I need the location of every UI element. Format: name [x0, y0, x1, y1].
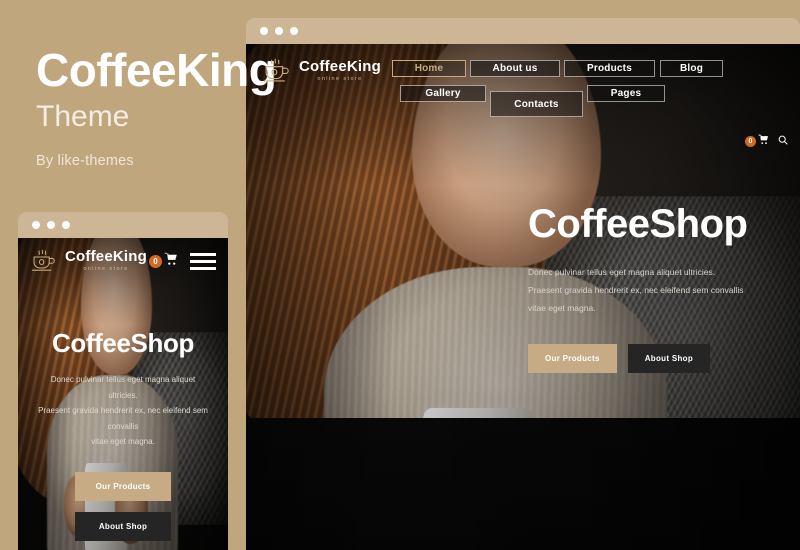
mobile-shopping-cart-icon [164, 252, 178, 271]
hero-description-line-3: vitae eget magna. [528, 302, 596, 313]
site-header: CoffeeKing online store Home About us Pr… [246, 44, 800, 117]
site-logo[interactable]: CoffeeKing online store [262, 58, 381, 84]
mobile-our-products-button[interactable]: Our Products [75, 471, 171, 501]
nav-item-pages[interactable]: Pages [587, 85, 665, 102]
mobile-hero-description: Donec pulvinar tellus eget magna aliquet… [24, 372, 222, 450]
mobile-hero-description-line-1: Donec pulvinar tellus eget magna aliquet [50, 375, 196, 384]
mobile-header-tools: 0 [149, 252, 216, 271]
mobile-cart-count-badge: 0 [149, 254, 162, 268]
hero-description-line-1: Donec pulvinar tellus eget magna aliquet… [528, 267, 716, 277]
desktop-browser-chrome [246, 18, 800, 44]
mobile-hero-buttons: Our Products About Shop [24, 471, 222, 541]
header-tools: 0 [745, 132, 788, 150]
mobile-hero-title: CoffeeShop [52, 328, 194, 358]
our-products-button[interactable]: Our Products [528, 343, 617, 373]
hero-description: Donec pulvinar tellus eget magna aliquet… [528, 264, 782, 318]
mobile-hero-description-line-4: convallis [107, 421, 139, 431]
mobile-site-header: CoffeeKing online store 0 [18, 238, 228, 284]
mobile-coffee-cup-icon [30, 249, 58, 273]
about-shop-button[interactable]: About Shop [627, 343, 711, 373]
nav-item-about-us[interactable]: About us [470, 60, 560, 77]
search-button[interactable] [778, 132, 788, 150]
nav-item-home[interactable]: Home [392, 60, 466, 77]
mobile-hero-description-line-5: vitae eget magna. [91, 437, 155, 447]
hamburger-menu-icon[interactable] [190, 252, 216, 270]
mobile-site-logo-name: CoffeeKing [65, 248, 147, 266]
mobile-about-shop-button[interactable]: About Shop [75, 511, 171, 541]
shopping-cart-icon [758, 132, 769, 150]
site-logo-text: CoffeeKing online store [299, 59, 381, 83]
hamburger-line-3 [190, 266, 216, 270]
nav-item-blog[interactable]: Blog [660, 60, 723, 77]
mobile-hero-description-line-2: ultricies. [108, 390, 138, 400]
window-dot-close[interactable] [260, 27, 268, 35]
mobile-browser-chrome [18, 212, 228, 238]
cart-button[interactable]: 0 [745, 132, 769, 150]
desktop-browser-mockup: CoffeeKing online store Home About us Pr… [246, 18, 800, 550]
hero-section: CoffeeShop Donec pulvinar tellus eget ma… [528, 204, 782, 373]
mobile-site-logo[interactable]: CoffeeKing online store [30, 249, 147, 273]
window-dot-maximize[interactable] [290, 27, 298, 35]
mobile-site-logo-tagline: online store [83, 266, 129, 273]
mobile-hero-section: CoffeeShop Donec pulvinar tellus eget ma… [24, 330, 222, 541]
hamburger-line-1 [190, 252, 216, 256]
coffee-cup-icon [262, 58, 292, 84]
mobile-window-dot-minimize[interactable] [47, 221, 55, 229]
site-logo-tagline: online store [317, 76, 363, 83]
mobile-hero-description-line-3: Praesent gravida hendrerit ex, nec eleif… [38, 406, 208, 416]
site-logo-name: CoffeeKing [299, 58, 381, 76]
mobile-cart-button[interactable]: 0 [149, 252, 178, 271]
mobile-window-dot-close[interactable] [32, 221, 40, 229]
nav-item-gallery[interactable]: Gallery [400, 85, 486, 102]
mobile-site-logo-text: CoffeeKing online store [65, 249, 147, 273]
mobile-window-dot-maximize[interactable] [62, 221, 70, 229]
mobile-viewport: CoffeeKing online store 0 CoffeeShop Don… [18, 238, 228, 550]
nav-item-contacts[interactable]: Contacts [490, 91, 583, 117]
hero-buttons: Our Products About Shop [528, 343, 782, 373]
cart-count-badge: 0 [745, 135, 756, 147]
theme-author: By like-themes [36, 153, 134, 170]
hamburger-line-2 [190, 259, 216, 263]
nav-item-products[interactable]: Products [564, 60, 655, 77]
hero-description-line-2: Praesent gravida hendrerit ex, nec eleif… [528, 284, 744, 295]
mobile-browser-mockup: CoffeeKing online store 0 CoffeeShop Don… [18, 212, 228, 550]
window-dot-minimize[interactable] [275, 27, 283, 35]
hero-title: CoffeeShop [528, 202, 748, 246]
